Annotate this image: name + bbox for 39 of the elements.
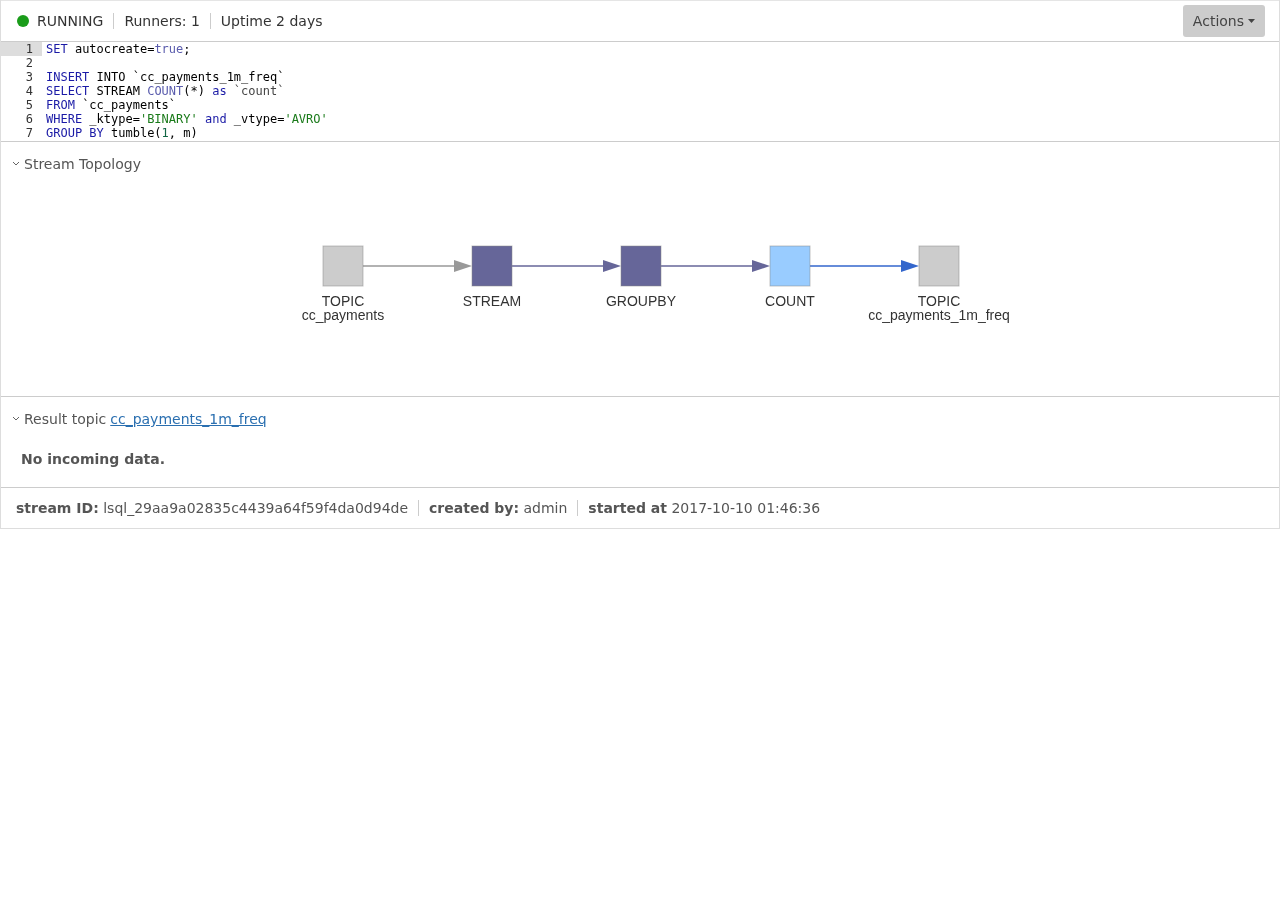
node-type: TOPIC (321, 293, 365, 309)
topic-link[interactable]: cc_payments_1m_freq (110, 411, 267, 427)
code-line: WHERE _ktype='BINARY' and _vtype='AVRO' (45, 112, 328, 126)
node-type: COUNT (765, 293, 815, 309)
topology-node[interactable] (322, 245, 364, 287)
node-name: cc_payments_1m_freq (868, 307, 1010, 323)
line-number: 6 (24, 112, 34, 126)
line-number: 7 (24, 126, 34, 140)
code-line: GROUP BY tumble(1, m) (45, 126, 198, 140)
code-line: INSERT INTO `cc_payments_1m_freq` (45, 70, 285, 84)
line-number: 2 (24, 56, 34, 70)
topology-node[interactable] (769, 245, 811, 287)
meta-info: started at 2017-10-10 01:46:36 (588, 500, 821, 516)
line-number: 5 (24, 98, 34, 112)
topology-node[interactable] (471, 245, 513, 287)
node-name: cc_payments (301, 307, 385, 323)
section-title: Result topic (24, 411, 107, 427)
topology-node[interactable] (620, 245, 662, 287)
caret-icon (1248, 19, 1255, 23)
node-type: GROUPBY (606, 293, 676, 309)
empty-message: No incoming data. (20, 450, 167, 469)
header-stat: Runners: 1 (124, 13, 200, 29)
chevron-icon[interactable] (12, 416, 20, 422)
code-line: SELECT STREAM COUNT(*) as `count` (45, 84, 285, 98)
chevron-icon[interactable] (12, 161, 20, 167)
line-number: 1 (1, 42, 42, 56)
actions-button[interactable]: Actions (1182, 5, 1265, 37)
topology-node[interactable] (918, 245, 960, 287)
meta-info: stream ID: lsql_29aa9a02835c4439a64f59f4da0d94de (16, 500, 409, 516)
code-line: FROM `cc_payments` (45, 98, 177, 112)
section-title: Stream Topology (24, 156, 141, 172)
status-label: RUNNING (37, 13, 104, 29)
code-line: SET autocreate=true; (45, 42, 191, 56)
line-number: 3 (24, 70, 34, 84)
node-type: STREAM (462, 293, 522, 309)
line-number: 4 (24, 84, 34, 98)
node-type: TOPIC (917, 293, 961, 309)
header-stat: Uptime 2 days (220, 13, 323, 29)
meta-info: created by: admin (429, 500, 568, 516)
